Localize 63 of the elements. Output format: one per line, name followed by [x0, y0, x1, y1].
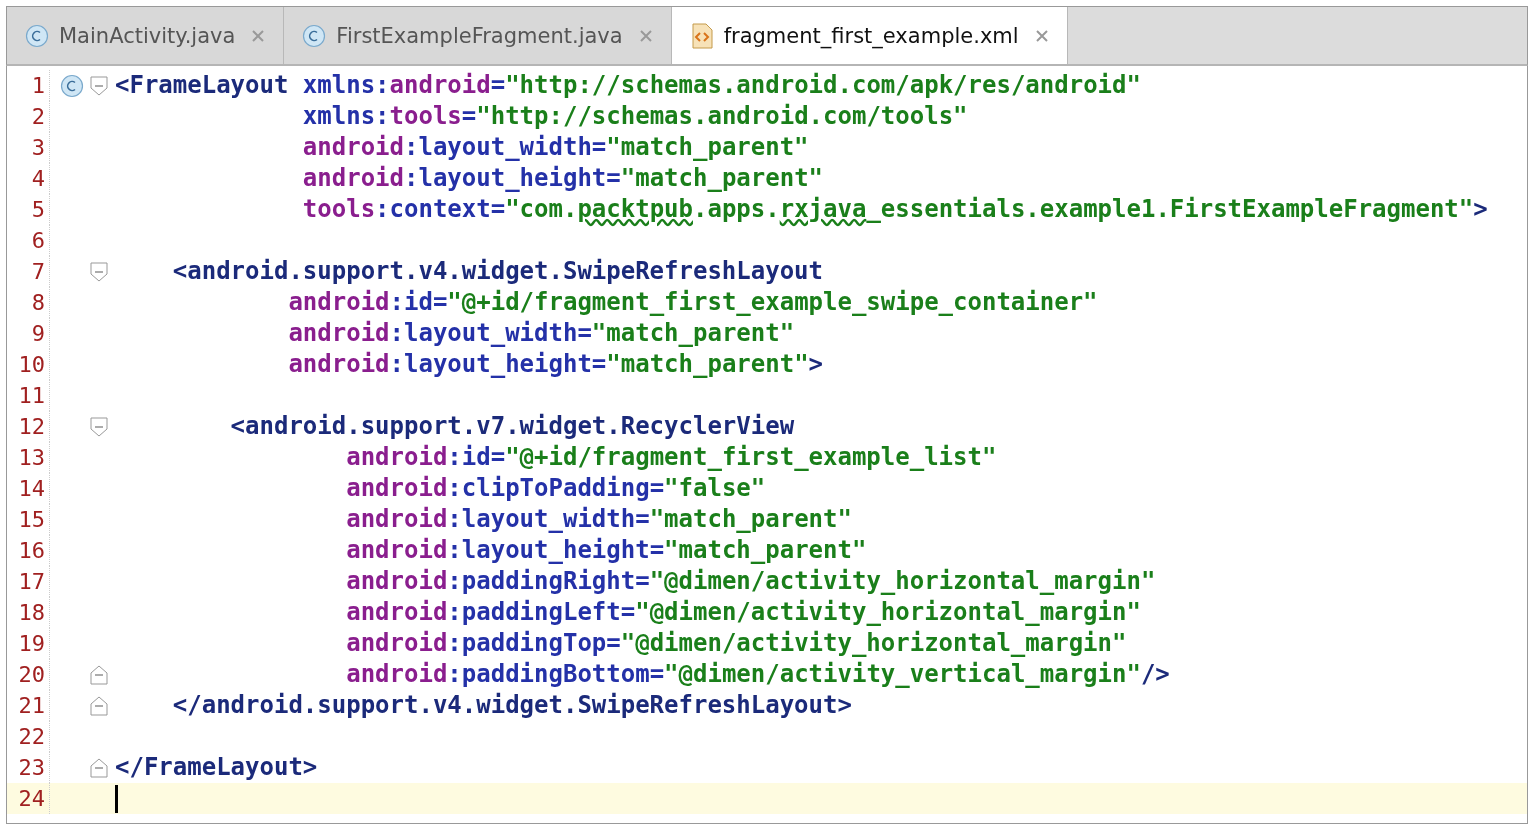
code-line: android:layout_height="match_parent" [301, 163, 824, 194]
tab-label: fragment_first_example.xml [723, 23, 1019, 48]
line-number: 3 [30, 135, 46, 160]
unfold-icon[interactable] [90, 664, 108, 685]
line-number: 14 [17, 476, 46, 501]
class-icon [302, 23, 327, 48]
fold-icon[interactable] [90, 416, 108, 437]
code-line: android:id="@+id/fragment_first_example_swipe_container" [287, 287, 1098, 318]
code-line: android:clipToPadding="false" [345, 473, 766, 504]
close-icon[interactable] [638, 28, 653, 43]
code-line: </android.support.v4.widget.SwipeRefreshLayout> [171, 690, 852, 721]
code-line: android:paddingRight="@dimen/activity_horizontal_margin" [345, 566, 1156, 597]
code-line: android:layout_width="match_parent" [287, 318, 795, 349]
line-number: 15 [17, 507, 46, 532]
code-line: xmlns:tools="http://schemas.android.com/tools" [301, 101, 968, 132]
tab-label: MainActivity.java [59, 23, 236, 48]
line-number: 19 [17, 631, 46, 656]
code-line: android:id="@+id/fragment_first_example_list" [345, 442, 997, 473]
class-icon [25, 23, 49, 48]
code-line: tools:context="com.packtpub.apps.rxjava_essentials.example1.FirstExampleFragment"> [301, 194, 1488, 225]
line-number: 2 [30, 104, 46, 129]
code-line: <FrameLayout xmlns:android="http://schemas.android.com/apk/res/android" [115, 70, 1141, 101]
close-icon[interactable] [251, 28, 266, 43]
line-number: 7 [30, 259, 46, 284]
tab-label: FirstExampleFragment.java [336, 23, 623, 48]
line-number: 6 [30, 228, 46, 253]
line-number: 5 [30, 197, 46, 222]
line-number: 24 [17, 786, 46, 811]
line-number: 12 [17, 414, 46, 439]
xml-file-icon [689, 22, 714, 49]
code-line: android:layout_width="match_parent" [345, 504, 852, 535]
line-number: 16 [17, 538, 46, 563]
editor-tab[interactable]: FirstExampleFragment.java [284, 7, 672, 64]
close-icon[interactable] [1034, 28, 1049, 43]
line-number: 10 [17, 352, 46, 377]
code-line: android:layout_height="match_parent"> [287, 349, 824, 380]
code-line: android:paddingBottom="@dimen/activity_vertical_margin"/> [345, 659, 1170, 690]
code-line: </FrameLayout> [115, 752, 318, 783]
line-number: 8 [30, 290, 46, 315]
line-number: 4 [30, 166, 46, 191]
line-number: 13 [17, 445, 46, 470]
line-number: 20 [17, 662, 46, 687]
fold-icon[interactable] [90, 261, 108, 282]
line-number: 9 [30, 321, 46, 346]
line-number: 17 [17, 569, 46, 594]
code-line: <android.support.v4.widget.SwipeRefreshLayout [171, 256, 823, 287]
editor-tab[interactable]: fragment_first_example.xml [671, 7, 1068, 64]
line-number: 22 [17, 724, 46, 749]
code-line: android:layout_height="match_parent" [345, 535, 867, 566]
text-cursor [115, 784, 118, 813]
editor-tab[interactable]: MainActivity.java [7, 7, 285, 64]
unfold-icon[interactable] [90, 695, 108, 716]
code-line: android:paddingLeft="@dimen/activity_horizontal_margin" [345, 597, 1141, 628]
unfold-icon[interactable] [90, 757, 108, 778]
code-line: android:layout_width="match_parent" [301, 132, 809, 163]
code-line: <android.support.v7.widget.RecyclerView [229, 411, 795, 442]
line-number: 1 [30, 73, 46, 98]
code-line: android:paddingTop="@dimen/activity_horizontal_margin" [345, 628, 1127, 659]
line-number: 18 [17, 600, 46, 625]
line-number: 11 [17, 383, 46, 408]
line-number: 23 [17, 755, 46, 780]
line-number: 21 [17, 693, 46, 718]
fold-icon[interactable] [90, 75, 108, 96]
